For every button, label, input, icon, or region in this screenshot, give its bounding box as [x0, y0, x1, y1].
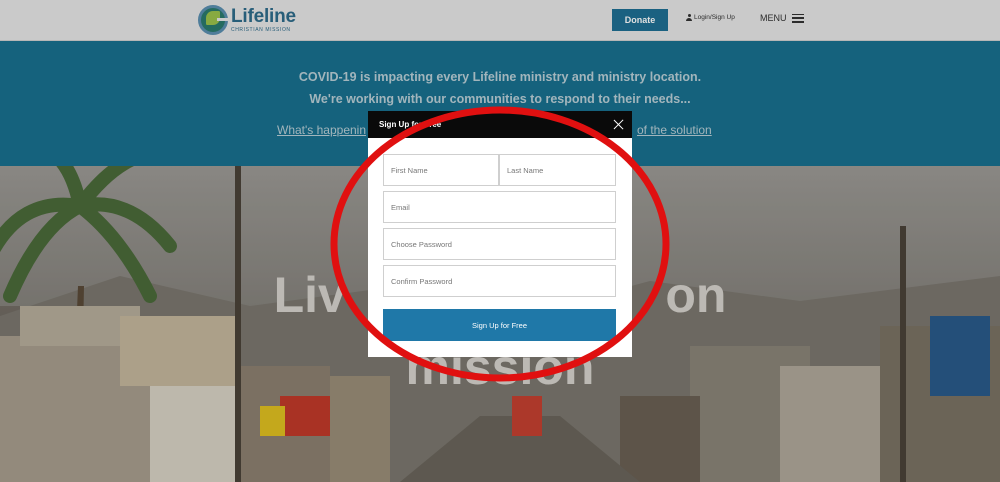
- confirm-password-input[interactable]: [384, 266, 615, 296]
- email-input[interactable]: [384, 192, 615, 222]
- last-name-field[interactable]: [499, 154, 616, 186]
- signup-modal: Sign Up for Free Sign Up for Free: [368, 111, 632, 357]
- first-name-field[interactable]: [383, 154, 499, 186]
- modal-title: Sign Up for Free: [379, 120, 442, 129]
- email-field[interactable]: [383, 191, 616, 223]
- confirm-password-field[interactable]: [383, 265, 616, 297]
- password-field[interactable]: [383, 228, 616, 260]
- last-name-input[interactable]: [500, 155, 615, 185]
- close-icon[interactable]: [613, 119, 624, 130]
- modal-header: Sign Up for Free: [368, 111, 632, 138]
- password-input[interactable]: [384, 229, 615, 259]
- first-name-input[interactable]: [384, 155, 498, 185]
- signup-submit-button[interactable]: Sign Up for Free: [383, 309, 616, 341]
